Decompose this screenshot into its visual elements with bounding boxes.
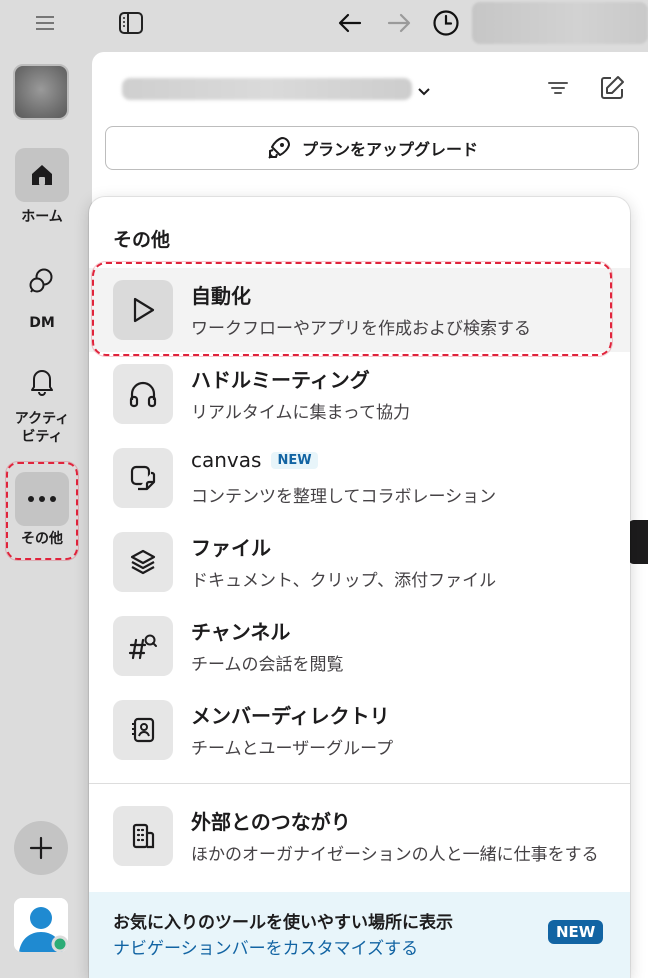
user-avatar[interactable]	[14, 898, 68, 952]
rocket-icon	[268, 137, 290, 159]
rail-item-activity[interactable]: アクティ ビティ	[0, 354, 84, 446]
headphones-icon	[113, 364, 173, 424]
dm-chat-icon	[29, 268, 53, 293]
home-icon	[32, 165, 52, 185]
sidebar-toggle-icon[interactable]	[116, 8, 146, 38]
annotation-highlight-more	[6, 462, 78, 560]
dm-button[interactable]	[15, 254, 69, 308]
menu-item-title: メンバーディレクトリ	[191, 704, 390, 728]
menu-item-channels[interactable]: チャンネル チームの会話を閲覧	[89, 604, 630, 688]
canvas-title-text: canvas	[191, 448, 262, 472]
search-bar[interactable]	[472, 2, 648, 44]
menu-item-external-connections[interactable]: 外部とのつながり ほかのオーガナイゼーションの人と一緒に仕事をする	[89, 794, 630, 878]
menu-item-desc: チームとユーザーグループ	[191, 739, 394, 759]
back-arrow-icon[interactable]	[335, 8, 365, 38]
upgrade-plan-label: プランをアップグレード	[301, 140, 478, 159]
upgrade-plan-button[interactable]: プランをアップグレード	[105, 126, 639, 170]
banner-text: お気に入りのツールを使いやすい場所に表示	[113, 913, 453, 933]
building-icon	[113, 806, 173, 866]
new-badge: NEW	[271, 452, 318, 469]
menu-item-desc: ドキュメント、クリップ、添付ファイル	[191, 571, 497, 591]
menu-divider	[89, 783, 630, 784]
contact-book-icon	[113, 700, 173, 760]
layers-icon	[113, 532, 173, 592]
compose-icon[interactable]	[598, 74, 626, 106]
customize-nav-banner[interactable]: お気に入りのツールを使いやすい場所に表示 ナビゲーションバーをカスタマイズする …	[89, 892, 630, 978]
history-clock-icon[interactable]	[431, 8, 461, 38]
menu-item-title: canvas NEW	[191, 448, 318, 472]
menu-item-title: ハドルミーティング	[191, 368, 370, 392]
canvas-icon	[113, 448, 173, 508]
rail-item-dm[interactable]: DM	[0, 254, 84, 332]
add-workspace-button[interactable]	[14, 821, 68, 875]
menu-item-member-directory[interactable]: メンバーディレクトリ チームとユーザーグループ	[89, 688, 630, 772]
menu-item-desc: ほかのオーガナイゼーションの人と一緒に仕事をする	[191, 845, 599, 865]
filter-icon[interactable]	[546, 76, 570, 104]
plus-icon	[29, 836, 53, 860]
chevron-down-icon[interactable]	[418, 82, 430, 101]
forward-arrow-icon[interactable]	[384, 8, 414, 38]
menu-item-desc: コンテンツを整理してコラボレーション	[191, 487, 497, 507]
menu-item-desc: リアルタイムに集まって協力	[191, 403, 410, 423]
hamburger-menu-icon[interactable]	[30, 8, 60, 38]
rail-item-home[interactable]: ホーム	[0, 148, 84, 226]
menu-item-title: ファイル	[191, 536, 271, 560]
activity-button[interactable]	[15, 354, 69, 408]
menu-item-title: チャンネル	[191, 620, 291, 644]
home-button[interactable]	[15, 148, 69, 202]
menu-item-huddles[interactable]: ハドルミーティング リアルタイムに集まって協力	[89, 352, 630, 436]
popup-title: その他	[113, 229, 171, 251]
workspace-name[interactable]	[122, 78, 412, 100]
menu-item-canvas[interactable]: canvas NEW コンテンツを整理してコラボレーション	[89, 436, 630, 520]
home-label: ホーム	[21, 209, 63, 225]
activity-label: アクティ ビティ	[14, 411, 70, 445]
dm-label: DM	[29, 315, 55, 331]
menu-item-files[interactable]: ファイル ドキュメント、クリップ、添付ファイル	[89, 520, 630, 604]
new-badge: NEW	[548, 920, 604, 944]
menu-item-title: 外部とのつながり	[191, 810, 351, 834]
annotation-highlight-automation	[92, 262, 612, 356]
bell-icon	[31, 370, 53, 396]
user-profile-icon	[14, 898, 68, 952]
scroll-edge	[628, 520, 648, 564]
customize-nav-link[interactable]: ナビゲーションバーをカスタマイズする	[113, 934, 418, 959]
top-bar	[0, 0, 648, 46]
menu-item-desc: チームの会話を閲覧	[191, 655, 344, 675]
channel-search-icon	[113, 616, 173, 676]
workspace-avatar[interactable]	[13, 64, 69, 120]
